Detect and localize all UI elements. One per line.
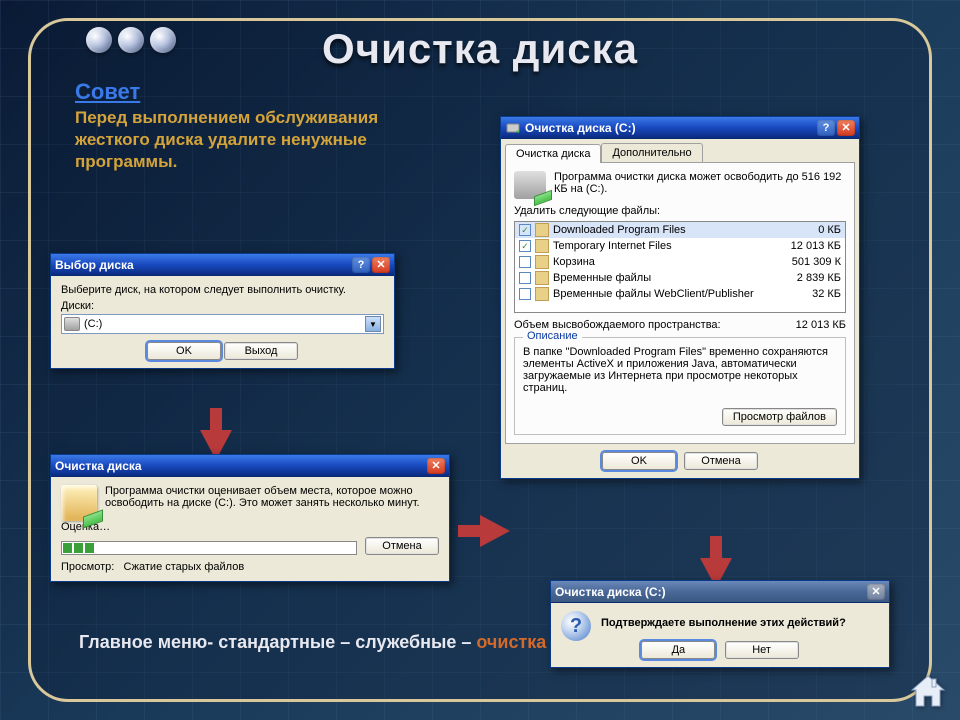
checkbox[interactable]: ✓ [519, 240, 531, 252]
disk-cleanup-icon [514, 171, 546, 199]
arrow-right-icon [480, 515, 510, 547]
item-name: Корзина [553, 256, 792, 268]
tip-block: Совет Перед выполнением обслуживания жес… [75, 79, 455, 173]
folder-icon [535, 223, 549, 237]
checkbox[interactable] [519, 272, 531, 284]
item-name: Downloaded Program Files [553, 224, 818, 236]
drives-label: Диски: [61, 300, 384, 312]
titlebar-text: Выбор диска [55, 258, 134, 272]
chevron-down-icon[interactable]: ▼ [365, 316, 381, 332]
titlebar-text: Очистка диска (C:) [525, 121, 636, 135]
orb-icon [150, 27, 176, 53]
item-size: 501 309 К [792, 256, 841, 268]
tab-cleanup[interactable]: Очистка диска [505, 144, 601, 163]
home-button[interactable] [908, 672, 948, 710]
tab-advanced[interactable]: Дополнительно [601, 143, 702, 162]
close-button[interactable]: ✕ [837, 120, 855, 136]
close-button[interactable]: ✕ [372, 257, 390, 273]
scan-value: Сжатие старых файлов [123, 561, 244, 573]
exit-button[interactable]: Выход [224, 342, 298, 360]
tabs: Очистка диска Дополнительно [501, 139, 859, 162]
freed-value: 12 013 КБ [796, 319, 846, 331]
checkbox[interactable] [519, 256, 531, 268]
close-button[interactable]: ✕ [867, 584, 885, 600]
item-size: 32 КБ [812, 288, 841, 300]
menu-path-prefix: Главное меню- стандартные – служебные – [79, 632, 476, 652]
item-name: Временные файлы WebClient/Publisher [553, 288, 812, 300]
tip-text: Перед выполнением обслуживания жесткого … [75, 107, 455, 173]
item-size: 12 013 КБ [791, 240, 841, 252]
file-category-list[interactable]: ✓ Downloaded Program Files0 КБ ✓ Temporary … [514, 221, 846, 313]
view-files-button[interactable]: Просмотр файлов [722, 408, 837, 426]
list-item[interactable]: ✓ Downloaded Program Files0 КБ [515, 222, 845, 238]
folder-icon [535, 287, 549, 301]
dialog-confirm: Очистка диска (C:) ✕ ? Подтверждаете вып… [550, 580, 890, 668]
question-icon: ? [561, 611, 591, 641]
close-button[interactable]: ✕ [427, 458, 445, 474]
dialog-select-disk: Выбор диска ? ✕ Выберите диск, на которо… [50, 253, 395, 369]
decorative-orbs [86, 27, 176, 53]
menu-path: Главное меню- стандартные – служебные – … [79, 632, 603, 653]
progress-label: Оценка… [61, 521, 439, 533]
list-label: Удалить следующие файлы: [514, 205, 846, 217]
hard-disk-icon [64, 317, 80, 331]
item-size: 2 839 КБ [797, 272, 841, 284]
disk-cleanup-icon [61, 485, 97, 521]
titlebar-text: Очистка диска [55, 459, 142, 473]
ok-button[interactable]: OK [602, 452, 676, 470]
help-button[interactable]: ? [817, 120, 835, 136]
help-button[interactable]: ? [352, 257, 370, 273]
titlebar[interactable]: Очистка диска (C:) ✕ [551, 581, 889, 603]
list-item[interactable]: Временные файлы WebClient/Publisher32 КБ [515, 286, 845, 302]
titlebar[interactable]: Выбор диска ? ✕ [51, 254, 394, 276]
description-groupbox: Описание В папке "Downloaded Program Fil… [514, 337, 846, 435]
no-button[interactable]: Нет [725, 641, 799, 659]
progress-message: Программа очистки оценивает объем места,… [105, 485, 439, 509]
folder-icon [535, 255, 549, 269]
dialog-progress: Очистка диска ✕ Программа очистки оценив… [50, 454, 450, 582]
page-title: Очистка диска [51, 21, 909, 73]
selected-drive: (C:) [84, 318, 102, 330]
checkbox[interactable] [519, 288, 531, 300]
yes-button[interactable]: Да [641, 641, 715, 659]
titlebar[interactable]: Очистка диска ✕ [51, 455, 449, 477]
dialog-disk-cleanup: Очистка диска (C:) ? ✕ Очистка диска Доп… [500, 116, 860, 479]
titlebar[interactable]: Очистка диска (C:) ? ✕ [501, 117, 859, 139]
list-item[interactable]: Временные файлы2 839 КБ [515, 270, 845, 286]
description-legend: Описание [523, 330, 582, 342]
app-icon [505, 120, 521, 136]
list-item[interactable]: ✓ Temporary Internet Files12 013 КБ [515, 238, 845, 254]
intro-text: Программа очистки диска может освободить… [554, 171, 846, 195]
folder-icon [535, 239, 549, 253]
item-name: Временные файлы [553, 272, 797, 284]
orb-icon [86, 27, 112, 53]
folder-icon [535, 271, 549, 285]
cancel-button[interactable]: Отмена [365, 537, 439, 555]
titlebar-text: Очистка диска (C:) [555, 585, 666, 599]
description-text: В папке "Downloaded Program Files" време… [523, 346, 837, 394]
scan-label: Просмотр: [61, 561, 114, 573]
item-name: Temporary Internet Files [553, 240, 791, 252]
tip-heading: Совет [75, 79, 455, 105]
checkbox[interactable]: ✓ [519, 224, 531, 236]
prompt-text: Выберите диск, на котором следует выполн… [61, 284, 384, 296]
orb-icon [118, 27, 144, 53]
progress-bar [61, 541, 357, 555]
cancel-button[interactable]: Отмена [684, 452, 758, 470]
ok-button[interactable]: OK [147, 342, 221, 360]
confirm-message: Подтверждаете выполнение этих действий? [561, 611, 879, 635]
item-size: 0 КБ [818, 224, 841, 236]
list-item[interactable]: Корзина501 309 К [515, 254, 845, 270]
drive-combobox[interactable]: (C:) ▼ [61, 314, 384, 334]
